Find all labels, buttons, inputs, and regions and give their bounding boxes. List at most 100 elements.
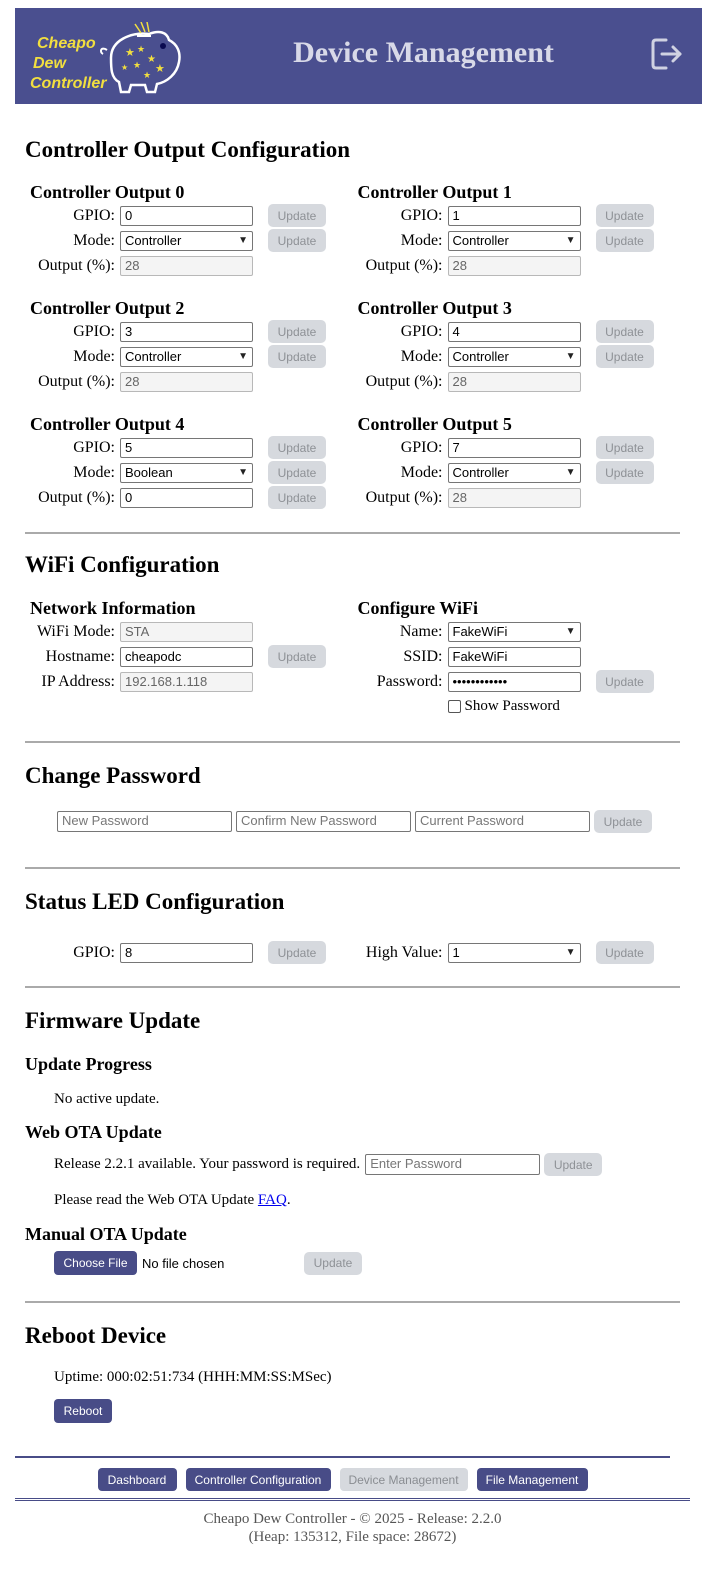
confirm-password-input[interactable]: Confirm New Password — [236, 811, 411, 832]
new-password-input[interactable]: New Password — [57, 811, 232, 832]
mode-value: Controller — [125, 232, 182, 248]
svg-text:★: ★ — [137, 44, 145, 54]
current-password-input[interactable]: Current Password — [415, 811, 590, 832]
gpio-update-button[interactable]: Update — [595, 320, 654, 343]
chevron-down-icon: ▼ — [565, 946, 576, 958]
output-field: 28 — [447, 487, 581, 508]
mode-select[interactable]: Controller ▼ — [447, 462, 581, 483]
change-password-update-button[interactable]: Update — [594, 810, 652, 833]
page-title: Device Management — [293, 36, 554, 69]
mode-update-button[interactable]: Update — [268, 345, 326, 368]
gpio-input[interactable]: 3 — [120, 321, 253, 342]
gpio-label: GPIO: — [400, 322, 443, 340]
mode-update-button[interactable]: Update — [595, 229, 654, 252]
nav-file-management-button[interactable]: File Management — [476, 1468, 588, 1491]
password-label: Password: — [376, 672, 443, 690]
mode-value: Boolean — [125, 464, 173, 480]
section-title: Status LED Configuration — [25, 889, 285, 914]
ssid-label: SSID: — [403, 647, 443, 665]
gpio-update-button[interactable]: Update — [268, 320, 326, 343]
ssid-input[interactable]: FakeWiFi — [447, 646, 581, 667]
new-password-placeholder: New Password — [62, 813, 149, 828]
ota-update-button[interactable]: Update — [544, 1153, 603, 1176]
footer-release: Cheapo Dew Controller - © 2025 - Release… — [203, 1511, 502, 1527]
led-gpio-update-button[interactable]: Update — [268, 941, 326, 964]
output-title: Controller Output 1 — [357, 182, 512, 202]
mode-update-button[interactable]: Update — [268, 461, 326, 484]
mode-value: Controller — [452, 232, 509, 248]
gpio-input[interactable]: 1 — [447, 205, 581, 226]
gpio-input[interactable]: 0 — [120, 205, 253, 226]
wifi-update-button[interactable]: Update — [595, 670, 654, 693]
chevron-down-icon: ▼ — [238, 234, 248, 246]
led-gpio-input[interactable]: 8 — [120, 942, 253, 963]
svg-text:★: ★ — [143, 70, 151, 80]
gpio-input[interactable]: 5 — [120, 437, 253, 458]
wifi-name-select[interactable]: FakeWiFi ▼ — [447, 621, 581, 642]
status-led-section: Status LED Configuration GPIO: 8 Update Hi… — [25, 869, 680, 988]
hostname-label: Hostname: — [45, 647, 115, 665]
chevron-down-icon: ▼ — [565, 234, 576, 246]
hostname-input[interactable]: cheapodc — [120, 646, 253, 667]
mode-select[interactable]: Controller ▼ — [447, 230, 581, 251]
gpio-input[interactable]: 4 — [447, 321, 581, 342]
high-value-select[interactable]: 1 ▼ — [447, 942, 581, 963]
output-title: Controller Output 3 — [357, 298, 512, 318]
network-information: Network Information WiFi Mode: STA Hostna… — [25, 598, 353, 719]
output-field: 28 — [120, 255, 253, 276]
controller-output-1: Controller Output 1 GPIO: 1 Update Mode: Co… — [353, 182, 681, 278]
configure-title: Configure WiFi — [357, 598, 479, 618]
mode-label: Mode: — [73, 463, 115, 481]
mode-label: Mode: — [400, 463, 443, 481]
outputs-grid: Controller Output 0 GPIO: 0 Update Mode: Co… — [25, 182, 680, 510]
mode-select[interactable]: Controller ▼ — [120, 230, 253, 251]
output-label: Output (%): — [38, 488, 115, 506]
mode-label: Mode: — [73, 347, 115, 365]
output-input[interactable]: 0 — [120, 487, 253, 508]
mode-update-button[interactable]: Update — [268, 229, 326, 252]
output-update-button[interactable]: Update — [268, 486, 326, 509]
ota-password-input[interactable]: Enter Password — [365, 1154, 541, 1175]
progress-text: No active update. — [54, 1091, 160, 1107]
choose-file-button[interactable]: Choose File — [54, 1251, 137, 1275]
mode-update-button[interactable]: Update — [595, 461, 654, 484]
no-file-text: No file chosen — [142, 1255, 225, 1271]
logo-text-line2: Dew — [33, 55, 66, 72]
mode-update-button[interactable]: Update — [595, 345, 654, 368]
hostname-update-button[interactable]: Update — [268, 645, 326, 668]
mode-select[interactable]: Controller ▼ — [447, 346, 581, 367]
gpio-update-button[interactable]: Update — [268, 436, 326, 459]
footer-heap: (Heap: 135312, File space: 28672) — [248, 1529, 457, 1545]
logout-button[interactable] — [650, 36, 684, 72]
chevron-down-icon: ▼ — [565, 625, 576, 637]
output-title: Controller Output 5 — [357, 414, 512, 434]
gpio-update-button[interactable]: Update — [595, 204, 654, 227]
gpio-update-button[interactable]: Update — [595, 436, 654, 459]
nav-device-management-button[interactable]: Device Management — [339, 1468, 468, 1491]
wifi-password-input[interactable]: •••••••••••• — [447, 671, 581, 692]
release-text: Release 2.2.1 available. Your password i… — [54, 1156, 361, 1172]
manual-update-button[interactable]: Update — [304, 1251, 362, 1275]
gpio-label: GPIO: — [400, 438, 443, 456]
chevron-down-icon: ▼ — [565, 466, 576, 478]
gpio-input[interactable]: 7 — [447, 437, 581, 458]
gpio-update-button[interactable]: Update — [268, 204, 326, 227]
ip-label: IP Address: — [41, 672, 115, 690]
manual-ota-title: Manual OTA Update — [25, 1224, 187, 1244]
svg-text:★: ★ — [155, 63, 165, 75]
output-title: Controller Output 0 — [30, 182, 185, 202]
high-value-update-button[interactable]: Update — [595, 941, 654, 964]
chevron-down-icon: ▼ — [238, 466, 248, 478]
show-password-checkbox[interactable] — [447, 700, 461, 713]
nav-dashboard-button[interactable]: Dashboard — [97, 1468, 177, 1491]
confirm-password-placeholder: Confirm New Password — [241, 813, 377, 828]
reboot-section: Reboot Device Uptime: 000:02:51:734 (HHH… — [25, 1303, 680, 1423]
faq-link[interactable]: FAQ — [258, 1192, 287, 1208]
output-field: 28 — [447, 255, 581, 276]
mode-select[interactable]: Controller ▼ — [120, 346, 253, 367]
bottom-nav: Dashboard Controller Configuration Devic… — [15, 1456, 670, 1491]
reboot-button[interactable]: Reboot — [54, 1399, 112, 1423]
faq-prefix: Please read the Web OTA Update — [54, 1192, 258, 1208]
nav-controller-config-button[interactable]: Controller Configuration — [185, 1468, 331, 1491]
mode-select[interactable]: Boolean ▼ — [120, 462, 253, 483]
